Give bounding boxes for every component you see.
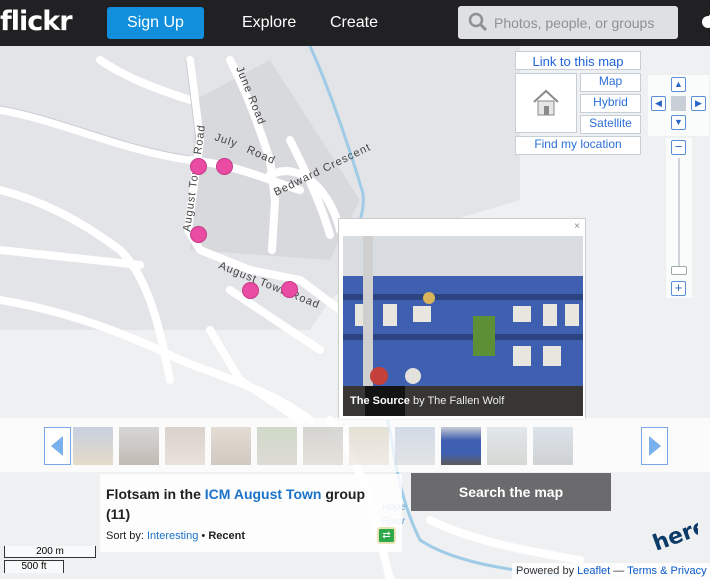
attribution-dash: — bbox=[613, 565, 625, 577]
arrow-right-icon bbox=[649, 436, 661, 456]
home-icon bbox=[533, 89, 559, 116]
arrow-left-icon bbox=[51, 436, 63, 456]
attribution-powered-by: Powered by bbox=[516, 565, 575, 577]
zoom-out-button[interactable]: − bbox=[671, 140, 686, 155]
filmstrip-next-button[interactable] bbox=[641, 427, 668, 465]
group-title-prefix: Flotsam in the bbox=[106, 486, 201, 502]
map-scale: 200 m 500 ft bbox=[4, 546, 96, 576]
share-icon[interactable]: ⇄ bbox=[377, 527, 396, 544]
filmstrip-thumbnail[interactable] bbox=[73, 427, 113, 465]
scale-metric: 200 m bbox=[4, 546, 96, 558]
filmstrip-thumbnail[interactable] bbox=[533, 427, 573, 465]
filmstrip-thumbnail[interactable] bbox=[395, 427, 435, 465]
search-icon[interactable] bbox=[468, 12, 488, 32]
nav-explore[interactable]: Explore bbox=[242, 14, 296, 32]
photo-pin[interactable] bbox=[242, 282, 259, 299]
pan-right-icon[interactable]: ▶ bbox=[691, 96, 706, 111]
filmstrip-thumbnail[interactable] bbox=[119, 427, 159, 465]
top-navigation-bar: flickr Sign Up Explore Create bbox=[0, 0, 710, 46]
sort-separator: • bbox=[201, 530, 206, 542]
filmstrip-thumbnail-active[interactable] bbox=[441, 427, 481, 465]
sort-interesting-link[interactable]: Interesting bbox=[147, 530, 198, 542]
zoom-slider-handle[interactable] bbox=[671, 266, 687, 275]
photo-author-link[interactable]: The Fallen Wolf bbox=[427, 395, 504, 407]
map-attribution: Powered by Leaflet — Terms & Privacy bbox=[512, 563, 710, 579]
search-box bbox=[458, 6, 678, 39]
home-button[interactable] bbox=[515, 73, 577, 133]
scale-imperial: 500 ft bbox=[4, 560, 64, 573]
popup-photo[interactable]: The Source by The Fallen Wolf bbox=[343, 236, 583, 416]
terms-privacy-link[interactable]: Terms & Privacy bbox=[627, 565, 706, 577]
here-logo[interactable]: here bbox=[650, 512, 698, 550]
leaflet-link[interactable]: Leaflet bbox=[577, 565, 610, 577]
sort-options: Sort by: Interesting • Recent bbox=[106, 530, 245, 542]
filmstrip-thumbnail[interactable] bbox=[487, 427, 527, 465]
upload-cloud-icon[interactable] bbox=[700, 10, 710, 32]
sign-up-button[interactable]: Sign Up bbox=[107, 7, 204, 39]
hybrid-layer-button[interactable]: Hybrid bbox=[580, 94, 641, 113]
photo-pin[interactable] bbox=[281, 281, 298, 298]
map-layer-button[interactable]: Map bbox=[580, 73, 641, 92]
search-input[interactable] bbox=[494, 6, 674, 39]
photo-title-link[interactable]: The Source bbox=[350, 395, 410, 407]
filmstrip-thumbnail[interactable] bbox=[257, 427, 297, 465]
photo-popup: × The Source by The Fallen Wolf bbox=[338, 218, 586, 420]
link-to-map[interactable]: Link to this map bbox=[515, 51, 641, 70]
filmstrip-thumbnail[interactable] bbox=[303, 427, 343, 465]
sort-label: Sort by: bbox=[106, 530, 144, 542]
filmstrip-prev-button[interactable] bbox=[44, 427, 71, 465]
group-title: Flotsam in the ICM August Town group (11… bbox=[106, 484, 396, 524]
photo-pin[interactable] bbox=[190, 226, 207, 243]
nav-create[interactable]: Create bbox=[330, 14, 378, 32]
photo-pin[interactable] bbox=[190, 158, 207, 175]
zoom-track bbox=[678, 158, 680, 273]
group-title-suffix: group bbox=[325, 486, 365, 502]
svg-text:here: here bbox=[650, 514, 698, 550]
group-name-link[interactable]: ICM August Town bbox=[205, 486, 322, 502]
satellite-layer-button[interactable]: Satellite bbox=[580, 115, 641, 134]
filmstrip-thumbnail[interactable] bbox=[211, 427, 251, 465]
find-my-location-button[interactable]: Find my location bbox=[515, 136, 641, 155]
pan-down-icon[interactable]: ▼ bbox=[671, 115, 686, 130]
filmstrip-thumbnail[interactable] bbox=[165, 427, 205, 465]
filmstrip-thumbnail[interactable] bbox=[349, 427, 389, 465]
pan-control: ▲ ◀ ▶ ▼ bbox=[648, 75, 709, 136]
pan-up-icon[interactable]: ▲ bbox=[671, 77, 686, 92]
group-photo-count: (11) bbox=[106, 506, 131, 522]
photo-pin[interactable] bbox=[216, 158, 233, 175]
link-to-map-label: Link to this map bbox=[532, 54, 624, 69]
pan-center bbox=[671, 96, 686, 111]
group-info-panel: Flotsam in the ICM August Town group (11… bbox=[100, 474, 402, 552]
sort-recent-selected: Recent bbox=[208, 530, 246, 542]
zoom-in-button[interactable]: + bbox=[671, 281, 686, 296]
pan-left-icon[interactable]: ◀ bbox=[651, 96, 666, 111]
search-the-map-button[interactable]: Search the map bbox=[411, 473, 611, 511]
popup-caption: The Source by The Fallen Wolf bbox=[343, 386, 583, 416]
by-word: by bbox=[412, 395, 425, 407]
zoom-control: − + bbox=[666, 138, 692, 298]
flickr-logo[interactable]: flickr bbox=[0, 6, 73, 37]
popup-close-icon[interactable]: × bbox=[574, 221, 580, 232]
